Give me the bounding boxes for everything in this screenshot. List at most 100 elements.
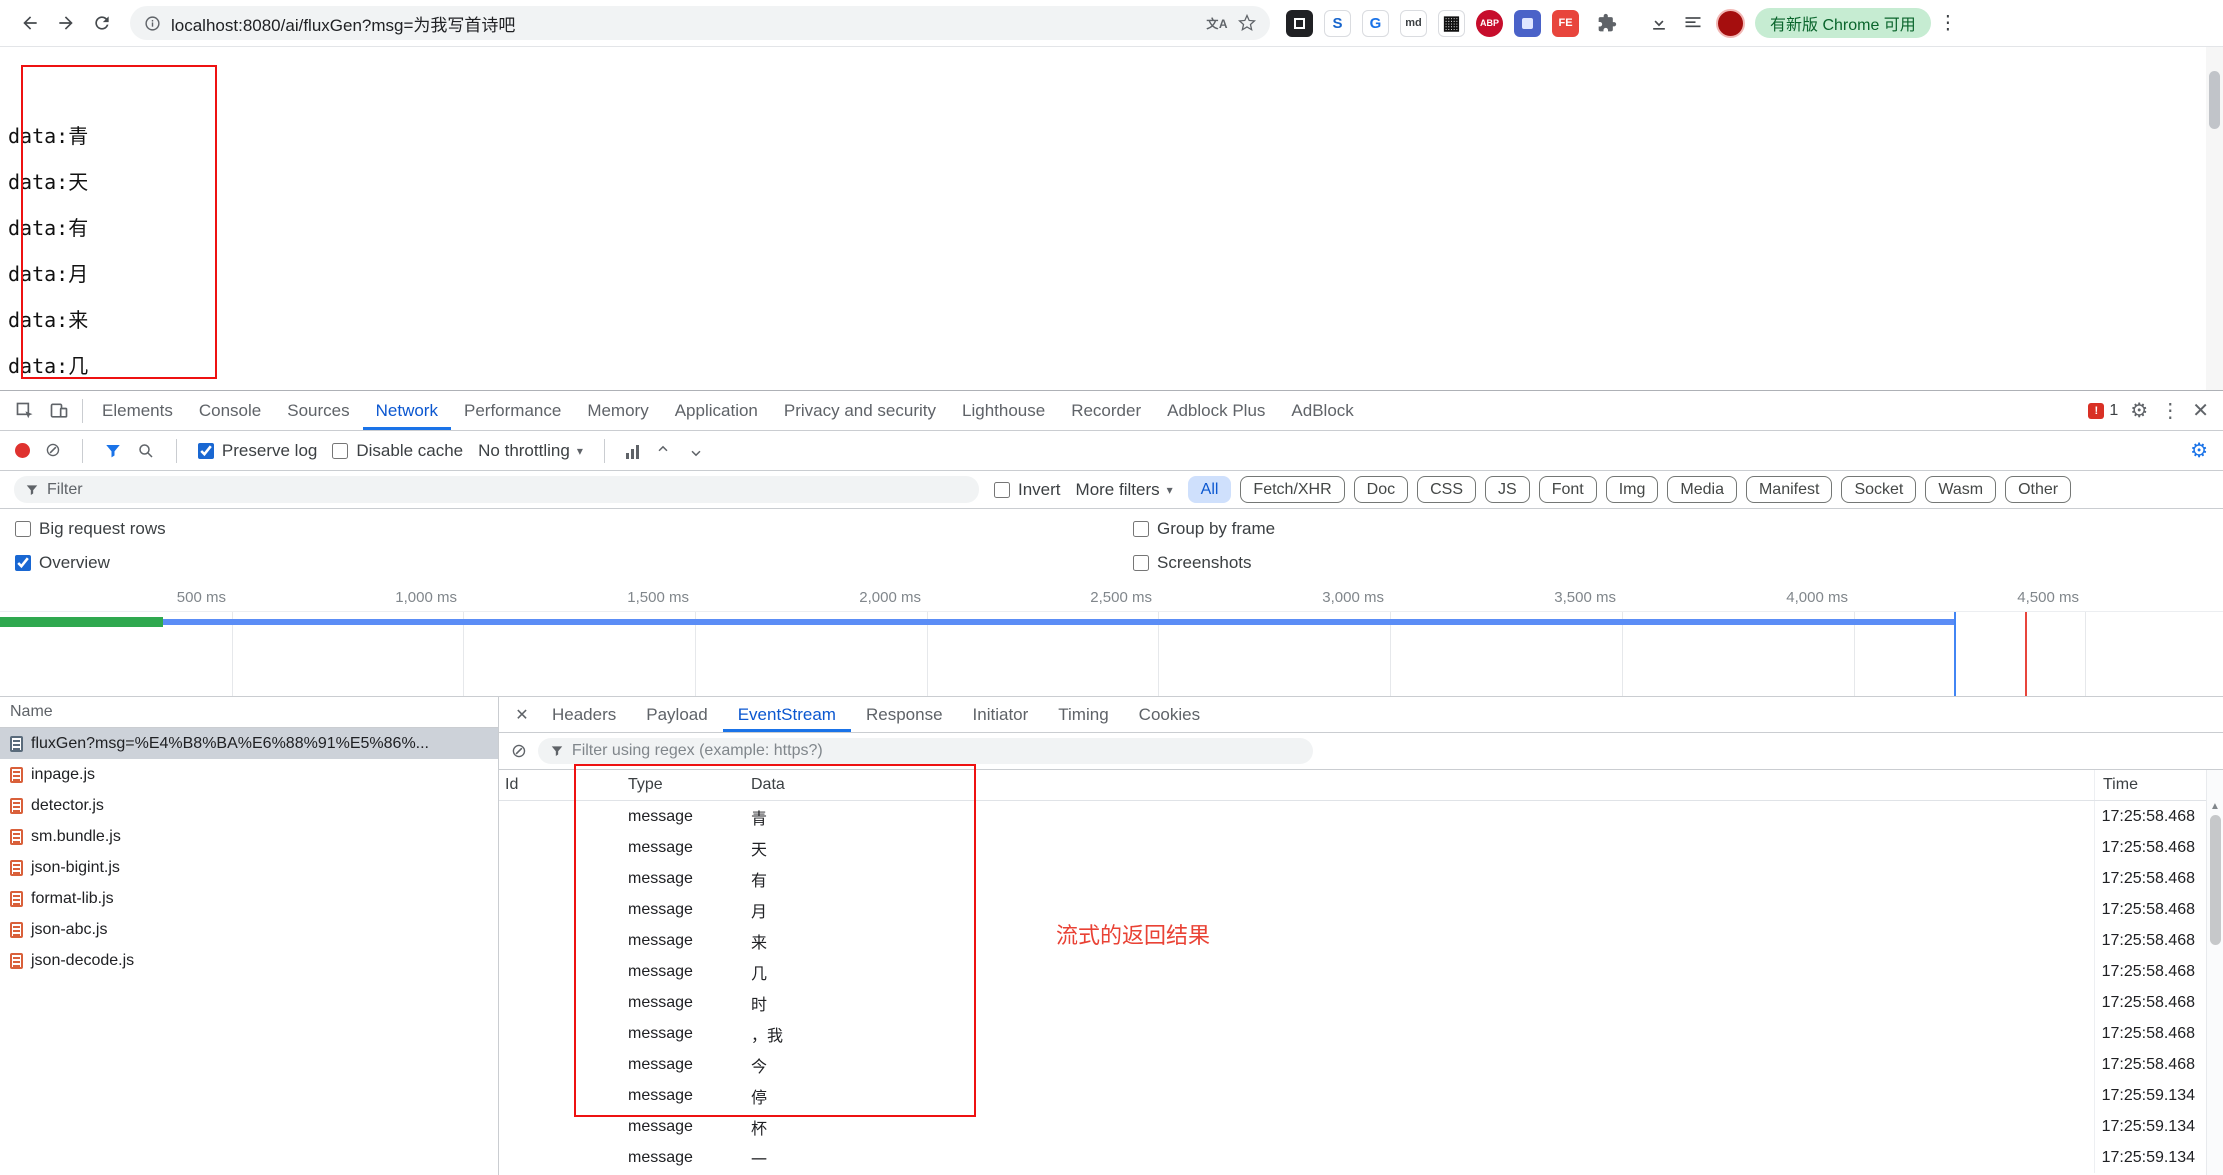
request-row[interactable]: inpage.js [0, 759, 498, 790]
tab-console[interactable]: Console [186, 391, 274, 430]
preserve-log-checkbox[interactable]: Preserve log [198, 441, 317, 461]
eventstream-row[interactable]: message停17:25:59.134 [499, 1080, 2223, 1111]
group-by-frame-checkbox[interactable]: Group by frame [1133, 519, 2208, 539]
eventstream-row[interactable]: message来17:25:58.468 [499, 925, 2223, 956]
tab-application[interactable]: Application [662, 391, 771, 430]
big-request-rows-checkbox[interactable]: Big request rows [15, 519, 1133, 539]
page-scrollbar[interactable] [2206, 47, 2223, 390]
reading-list-icon[interactable] [1676, 6, 1710, 40]
chip-fetch-xhr[interactable]: Fetch/XHR [1240, 476, 1344, 503]
issues-counter[interactable]: !1 [2088, 402, 2118, 420]
record-network-log-icon[interactable] [15, 443, 30, 458]
inspect-element-icon[interactable] [8, 396, 42, 426]
network-overview-timeline[interactable]: 500 ms 1,000 ms 1,500 ms 2,000 ms 2,500 … [0, 582, 2223, 697]
tab-recorder[interactable]: Recorder [1058, 391, 1154, 430]
device-toolbar-icon[interactable] [42, 396, 76, 426]
forward-button[interactable] [48, 5, 84, 41]
col-id[interactable]: Id [505, 776, 628, 794]
qr-code-extension-icon[interactable]: ▦ [1438, 10, 1465, 37]
chip-other[interactable]: Other [2005, 476, 2071, 503]
request-row[interactable]: json-abc.js [0, 914, 498, 945]
url-bar[interactable]: localhost:8080/ai/fluxGen?msg=为我写首诗吧 文A [130, 6, 1270, 40]
downloads-icon[interactable] [1642, 6, 1676, 40]
detail-tab-initiator[interactable]: Initiator [958, 697, 1044, 732]
blue-panel-extension-icon[interactable] [1514, 10, 1541, 37]
throttling-select[interactable]: No throttling▾ [478, 441, 583, 461]
tab-sources[interactable]: Sources [274, 391, 362, 430]
bookmark-star-icon[interactable] [1238, 14, 1256, 32]
disable-cache-input[interactable] [332, 443, 348, 459]
chip-media[interactable]: Media [1667, 476, 1737, 503]
dark-square-extension-icon[interactable] [1286, 10, 1313, 37]
timeline-band[interactable] [0, 612, 2223, 696]
fe-helper-extension-icon[interactable]: FE [1552, 10, 1579, 37]
eventstream-row[interactable]: message有17:25:58.468 [499, 863, 2223, 894]
col-time[interactable]: Time [2094, 770, 2206, 800]
devtools-close-icon[interactable]: ✕ [2192, 398, 2209, 423]
invert-checkbox[interactable]: Invert [994, 480, 1061, 500]
site-info-icon[interactable] [144, 15, 161, 32]
group-by-frame-input[interactable] [1133, 521, 1149, 537]
markdown-extension-icon[interactable]: md [1400, 10, 1427, 37]
eventstream-row[interactable]: message天17:25:58.468 [499, 832, 2223, 863]
detail-tab-payload[interactable]: Payload [631, 697, 722, 732]
request-row[interactable]: json-bigint.js [0, 852, 498, 883]
export-har-icon[interactable] [687, 442, 705, 460]
eventstream-row[interactable]: message几17:25:58.468 [499, 956, 2223, 987]
detail-tab-timing[interactable]: Timing [1043, 697, 1123, 732]
chip-doc[interactable]: Doc [1354, 476, 1408, 503]
search-icon[interactable] [137, 442, 155, 460]
clear-eventstream-icon[interactable]: ⊘ [511, 740, 527, 763]
chip-js[interactable]: JS [1485, 476, 1530, 503]
chrome-update-button[interactable]: 有新版 Chrome 可用 [1755, 8, 1931, 38]
eventstream-row[interactable]: message月17:25:58.468 [499, 894, 2223, 925]
chip-css[interactable]: CSS [1417, 476, 1476, 503]
tab-adblock[interactable]: AdBlock [1278, 391, 1366, 430]
reload-button[interactable] [84, 5, 120, 41]
adblock-plus-extension-icon[interactable]: ABP [1476, 10, 1503, 37]
clear-network-log-icon[interactable]: ⊘ [45, 439, 61, 462]
back-button[interactable] [12, 5, 48, 41]
eventstream-row[interactable]: message杯17:25:59.134 [499, 1111, 2223, 1142]
blue-s-extension-icon[interactable]: S [1324, 10, 1351, 37]
tab-adblock-plus[interactable]: Adblock Plus [1154, 391, 1278, 430]
tab-elements[interactable]: Elements [89, 391, 186, 430]
tab-memory[interactable]: Memory [574, 391, 661, 430]
translate-extension-icon[interactable]: G [1362, 10, 1389, 37]
screenshots-checkbox[interactable]: Screenshots [1133, 553, 2208, 573]
request-row[interactable]: json-decode.js [0, 945, 498, 976]
request-row[interactable]: fluxGen?msg=%E4%B8%BA%E6%88%91%E5%86%... [0, 728, 498, 759]
eventstream-row[interactable]: message，我17:25:58.468 [499, 1018, 2223, 1049]
import-har-icon[interactable] [654, 442, 672, 460]
chip-img[interactable]: Img [1606, 476, 1659, 503]
chip-font[interactable]: Font [1539, 476, 1597, 503]
eventstream-row[interactable]: message青17:25:58.468 [499, 801, 2223, 832]
request-row[interactable]: format-lib.js [0, 883, 498, 914]
detail-tab-headers[interactable]: Headers [537, 697, 631, 732]
chip-manifest[interactable]: Manifest [1746, 476, 1832, 503]
eventstream-filter-input[interactable] [572, 742, 1301, 760]
network-filter-field[interactable] [14, 476, 979, 503]
eventstream-scrollbar-thumb[interactable] [2210, 815, 2221, 945]
devtools-settings-gear-icon[interactable]: ⚙ [2130, 398, 2148, 423]
disable-cache-checkbox[interactable]: Disable cache [332, 441, 463, 461]
chip-all[interactable]: All [1188, 476, 1232, 503]
big-request-rows-input[interactable] [15, 521, 31, 537]
detail-tab-response[interactable]: Response [851, 697, 958, 732]
detail-tab-eventstream[interactable]: EventStream [723, 697, 851, 732]
detail-tab-cookies[interactable]: Cookies [1124, 697, 1215, 732]
eventstream-row[interactable]: message时17:25:58.468 [499, 987, 2223, 1018]
request-row[interactable]: sm.bundle.js [0, 821, 498, 852]
translate-icon[interactable]: 文A [1206, 15, 1228, 32]
request-list-header[interactable]: Name [0, 697, 498, 728]
col-type[interactable]: Type [628, 776, 751, 794]
tab-privacy-security[interactable]: Privacy and security [771, 391, 949, 430]
screenshots-input[interactable] [1133, 555, 1149, 571]
scroll-up-icon[interactable]: ▲ [2210, 801, 2220, 812]
network-filter-input[interactable] [47, 481, 968, 499]
network-settings-gear-icon[interactable]: ⚙ [2190, 438, 2208, 463]
filter-toggle-icon[interactable] [104, 442, 122, 460]
network-conditions-icon[interactable] [626, 443, 639, 459]
tab-lighthouse[interactable]: Lighthouse [949, 391, 1058, 430]
devtools-menu-kebab-icon[interactable]: ⋮ [2160, 398, 2180, 423]
